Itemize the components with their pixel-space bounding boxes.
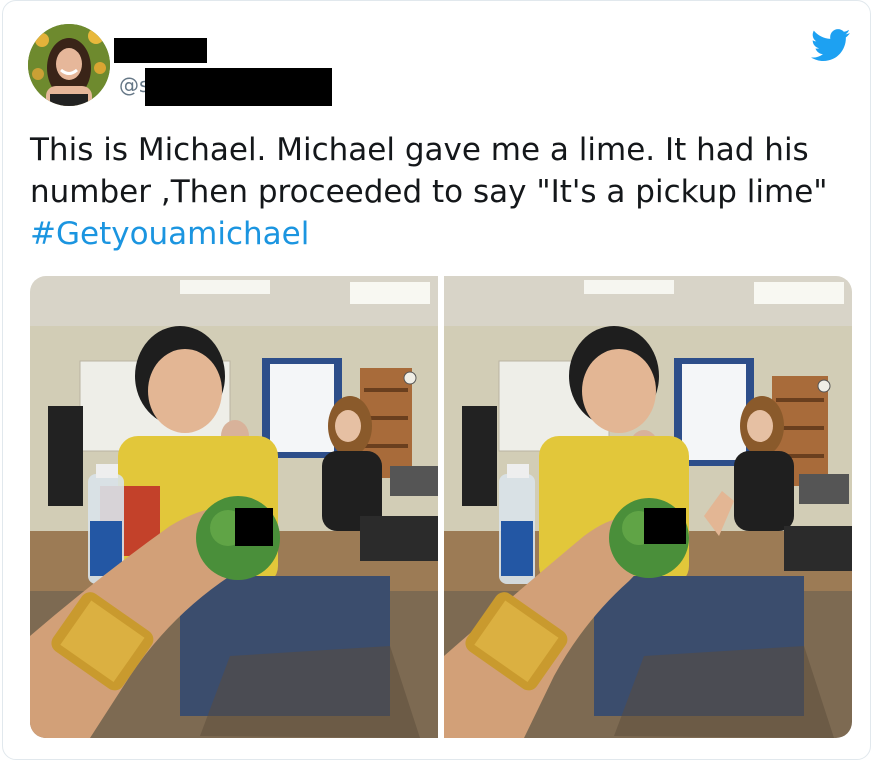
handle-redaction (145, 68, 332, 106)
hashtag-link[interactable]: #Getyouamichael (30, 213, 309, 255)
classroom-photo (30, 276, 438, 738)
avatar[interactable] (28, 24, 110, 106)
classroom-photo (444, 276, 852, 738)
tweet-card: @s This is Michael. Michael gave me a li… (2, 0, 871, 760)
photo-2[interactable] (444, 276, 852, 738)
photo-1[interactable] (30, 276, 438, 738)
tweet-text: This is Michael. Michael gave me a lime.… (30, 132, 828, 210)
avatar-image (28, 24, 110, 106)
tweet-media[interactable] (30, 276, 852, 738)
display-name-redaction (114, 38, 207, 63)
twitter-bird-icon[interactable] (811, 29, 851, 62)
